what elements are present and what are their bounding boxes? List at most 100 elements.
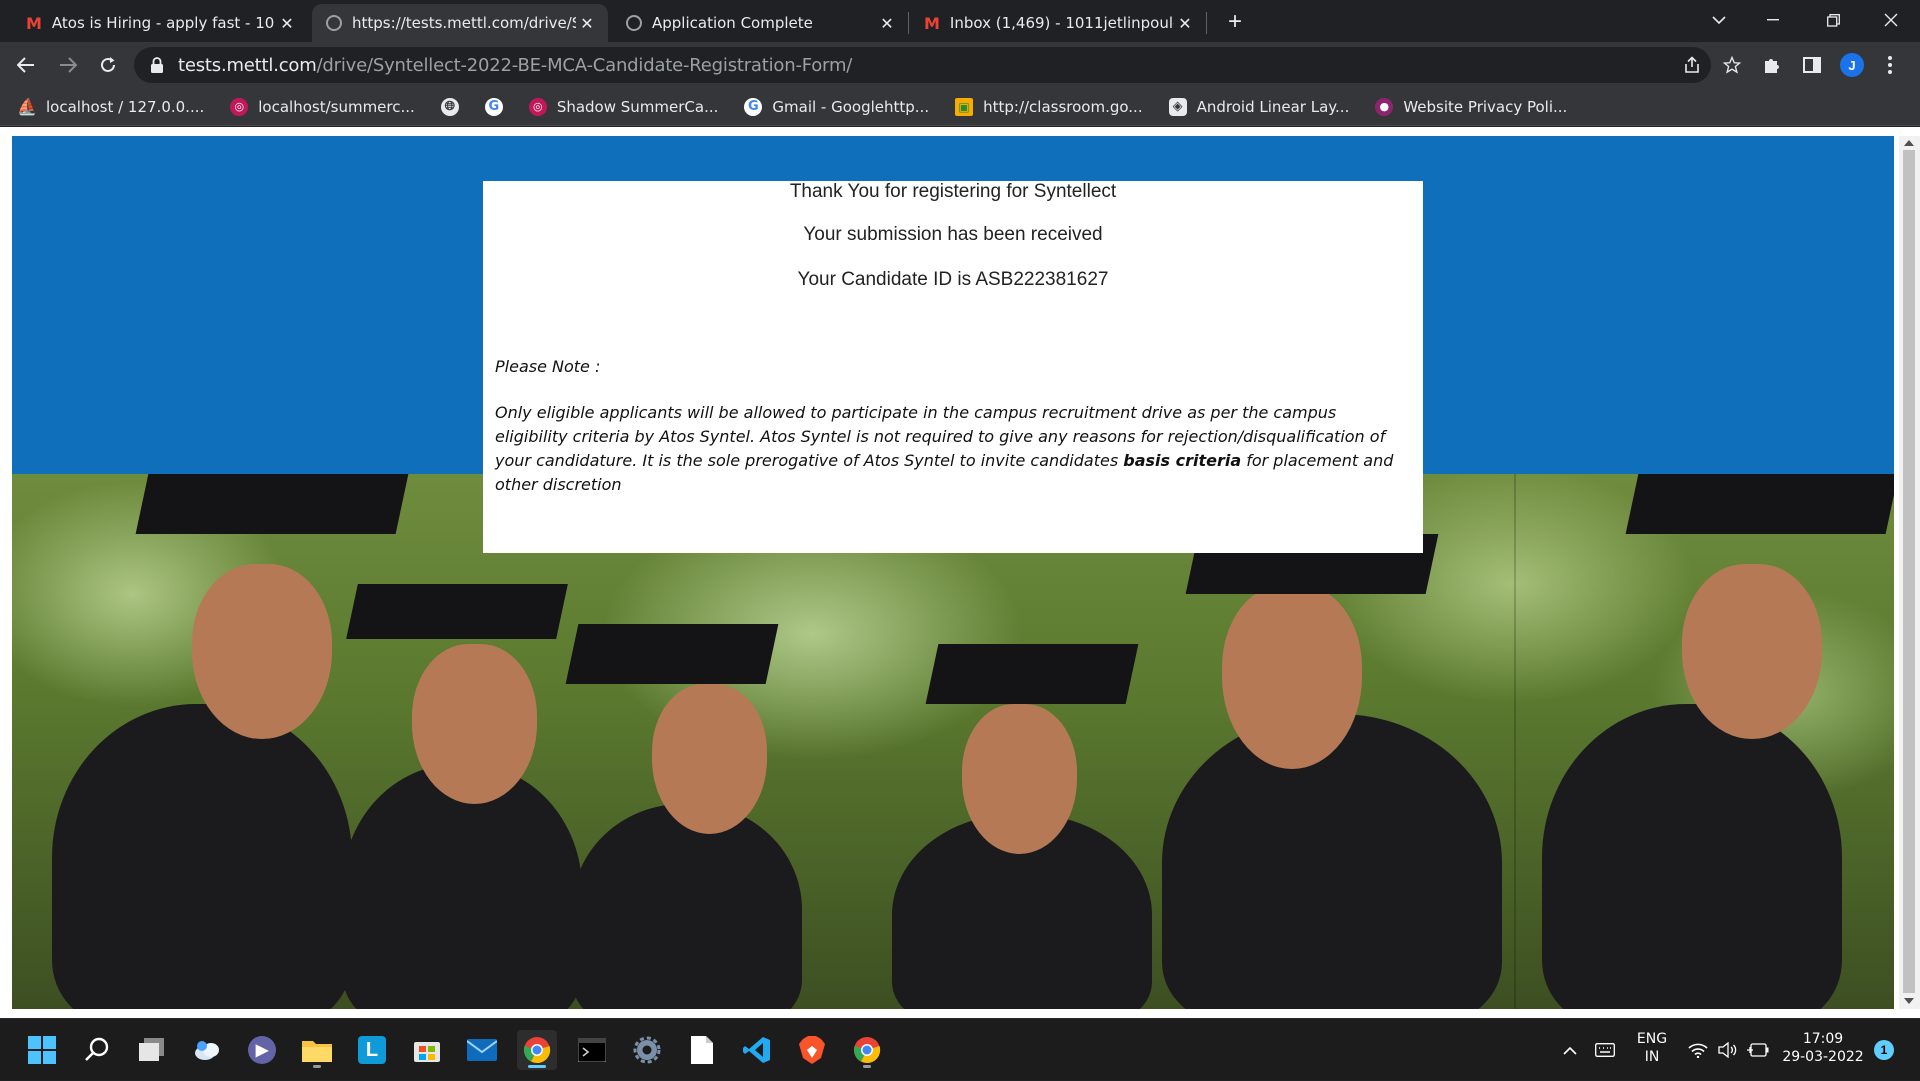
tab-separator (908, 12, 909, 34)
graduation-cap (346, 584, 568, 639)
close-icon[interactable]: ✕ (576, 12, 598, 34)
close-icon[interactable]: ✕ (1174, 12, 1196, 34)
language-indicator[interactable]: ENG IN (1628, 1030, 1676, 1066)
tab-atos-hiring[interactable]: M Atos is Hiring - apply fast - 1011j ✕ (12, 4, 308, 42)
lock-icon[interactable] (150, 57, 164, 73)
bookmark-classroom[interactable]: ▣ http://classroom.go... (939, 92, 1153, 122)
graduation-cap (925, 644, 1139, 704)
globe-icon (626, 15, 642, 31)
search-icon[interactable] (77, 1030, 117, 1070)
menu-kebab-icon[interactable] (1874, 49, 1906, 81)
note-emphasis: basis criteria (1123, 451, 1242, 470)
submission-received-message: Your submission has been received (803, 224, 1103, 245)
keyboard-icon[interactable] (1590, 1019, 1620, 1081)
vscode-icon[interactable] (737, 1030, 777, 1070)
clock-time: 17:09 (1802, 1031, 1844, 1047)
volume-icon[interactable] (1714, 1019, 1742, 1081)
microsoft-store-icon[interactable] (407, 1030, 447, 1070)
forward-button[interactable] (52, 49, 84, 81)
app-icon: ◎ (528, 97, 547, 116)
chrome-icon[interactable] (517, 1030, 557, 1070)
scrollbar-thumb[interactable] (1903, 150, 1915, 993)
globe-icon: 🌐︎ (440, 97, 459, 116)
clock[interactable]: 17:09 29-03-2022 (1780, 1030, 1866, 1066)
graduate-face (412, 644, 537, 804)
show-hidden-icons-chevron-icon[interactable] (1556, 1019, 1584, 1081)
bookmark-gmail[interactable]: G Gmail - Googlehttp... (728, 92, 939, 122)
running-indicator (528, 1065, 546, 1068)
thank-you-message: Thank You for registering for Syntellect (789, 181, 1117, 202)
tab-application-complete[interactable]: Application Complete ✕ (612, 4, 908, 42)
browser-toolbar: tests.mettl.com/drive/Syntellect-2022-BE… (0, 42, 1920, 88)
bookmark-website-privacy-policy[interactable]: ● Website Privacy Poli... (1359, 92, 1577, 122)
app-icon: ◎ (230, 97, 249, 116)
terminal-icon[interactable] (572, 1030, 612, 1070)
scroll-up-arrow-icon[interactable] (1904, 140, 1914, 146)
share-icon[interactable] (1676, 47, 1708, 83)
chrome-profile-icon[interactable] (847, 1030, 887, 1070)
mail-icon[interactable] (462, 1030, 502, 1070)
tab-gmail-inbox[interactable]: M Inbox (1,469) - 1011jetlinpoulose ✕ (910, 4, 1206, 42)
profile-avatar[interactable]: J (1840, 53, 1864, 77)
region-code: IN (1644, 1049, 1660, 1065)
bookmark-android-linear-layout[interactable]: ◈ Android Linear Lay... (1153, 92, 1360, 122)
tab-separator (1206, 12, 1207, 34)
bookmark-google[interactable]: G (479, 92, 523, 122)
bookmark-localhost-summercamp[interactable]: ◎ localhost/summerc... (214, 92, 425, 122)
bookmark-localhost-phpmyadmin[interactable]: ⛵ localhost / 127.0.0.... (0, 92, 214, 122)
graduate-face (192, 564, 332, 739)
url-text[interactable]: tests.mettl.com/drive/Syntellect-2022-BE… (178, 55, 852, 76)
bookmark-globe[interactable]: 🌐︎ (425, 92, 479, 122)
bookmark-label: Shadow SummerCa... (556, 97, 719, 116)
windows-taskbar: ▶︎ L ENG IN 17:09 29-03-2022 (0, 1018, 1920, 1080)
bookmarks-bar: ⛵ localhost / 127.0.0.... ◎ localhost/su… (0, 88, 1920, 126)
notepad-icon[interactable] (682, 1030, 722, 1070)
privacy-icon: ● (1375, 97, 1394, 116)
google-icon: G (744, 97, 763, 116)
running-indicator (863, 1065, 871, 1068)
bookmark-label: Android Linear Lay... (1196, 97, 1350, 116)
tab-title: Application Complete (652, 14, 813, 32)
graduate-figure (1542, 704, 1842, 1009)
brave-icon[interactable] (792, 1030, 832, 1070)
settings-icon[interactable] (627, 1030, 667, 1070)
new-tab-button[interactable]: + (1221, 8, 1249, 36)
bookmark-star-icon[interactable] (1716, 47, 1748, 83)
reload-button[interactable] (92, 49, 124, 81)
l-app-icon[interactable]: L (352, 1030, 392, 1070)
tab-search-chevron-icon[interactable] (1696, 0, 1742, 40)
close-icon[interactable]: ✕ (876, 12, 898, 34)
restore-icon[interactable] (1810, 0, 1856, 40)
file-explorer-icon[interactable] (297, 1030, 337, 1070)
tab-mettl-drive[interactable]: https://tests.mettl.com/drive/Syn ✕ (312, 4, 608, 42)
close-icon[interactable]: ✕ (276, 12, 298, 34)
graduate-figure (572, 804, 802, 1009)
extensions-puzzle-icon[interactable] (1756, 49, 1788, 81)
wifi-icon[interactable] (1684, 1019, 1712, 1081)
bookmark-label: http://classroom.go... (983, 97, 1143, 116)
graduate-face (962, 704, 1077, 854)
address-bar[interactable]: tests.mettl.com/drive/Syntellect-2022-BE… (134, 47, 1741, 83)
weather-icon[interactable] (187, 1030, 227, 1070)
bookmark-label: localhost / 127.0.0.... (46, 97, 205, 116)
windows-start-icon[interactable] (22, 1030, 62, 1070)
graduation-cap (565, 624, 779, 684)
minimize-icon[interactable] (1750, 0, 1796, 40)
notification-badge[interactable]: 1 (1874, 1040, 1894, 1060)
clock-date: 29-03-2022 (1782, 1049, 1864, 1065)
side-panel-icon[interactable] (1796, 49, 1828, 81)
page-scrollbar[interactable] (1899, 136, 1920, 1009)
battery-charging-icon[interactable] (1744, 1019, 1772, 1081)
teams-chat-icon[interactable]: ▶︎ (242, 1030, 282, 1070)
graduation-cap (1625, 474, 1894, 534)
note-title: Please Note : (495, 357, 601, 376)
task-view-icon[interactable] (132, 1030, 172, 1070)
scroll-down-arrow-icon[interactable] (1904, 998, 1914, 1004)
back-button[interactable] (10, 49, 42, 81)
registration-complete-page: Thank You for registering for Syntellect… (12, 136, 1894, 1009)
graduate-figure (52, 704, 352, 1009)
android-icon: ◈ (1168, 97, 1187, 116)
bookmark-shadow-summercamp[interactable]: ◎ Shadow SummerCa... (523, 92, 729, 122)
graduate-face (1222, 584, 1362, 769)
close-window-icon[interactable] (1868, 0, 1914, 40)
